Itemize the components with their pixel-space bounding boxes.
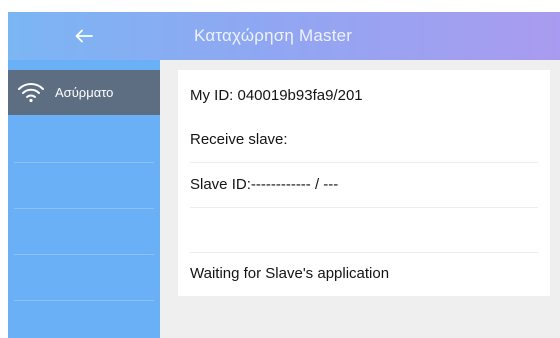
- wifi-icon: [18, 83, 44, 103]
- page-title: Καταχώρηση Master: [194, 26, 353, 45]
- sidebar: Ασύρματο: [8, 60, 160, 338]
- header-bar: Καταχώρηση Master: [8, 12, 560, 60]
- slave-id-text: Slave ID:------------ / ---: [190, 176, 339, 193]
- app-frame: Καταχώρηση Master Ασύρματο My ID: 040019…: [8, 12, 560, 338]
- sidebar-divider: [14, 254, 154, 255]
- arrow-left-icon: [75, 29, 93, 43]
- my-id-text: My ID: 040019b93fa9/201: [190, 87, 363, 104]
- sidebar-divider: [14, 162, 154, 163]
- receive-slave-text: Receive slave:: [190, 131, 288, 148]
- status-text: Waiting for Slave's application: [190, 265, 390, 282]
- sidebar-item-label: Ασύρματο: [55, 85, 114, 100]
- sidebar-divider: [14, 208, 154, 209]
- master-registration-card: My ID: 040019b93fa9/201 Receive slave: S…: [178, 70, 550, 296]
- back-button[interactable]: [8, 12, 160, 60]
- sidebar-item-wireless[interactable]: Ασύρματο: [8, 70, 160, 115]
- sidebar-divider: [14, 300, 154, 301]
- main-content: My ID: 040019b93fa9/201 Receive slave: S…: [160, 60, 560, 338]
- empty-row: [190, 208, 538, 252]
